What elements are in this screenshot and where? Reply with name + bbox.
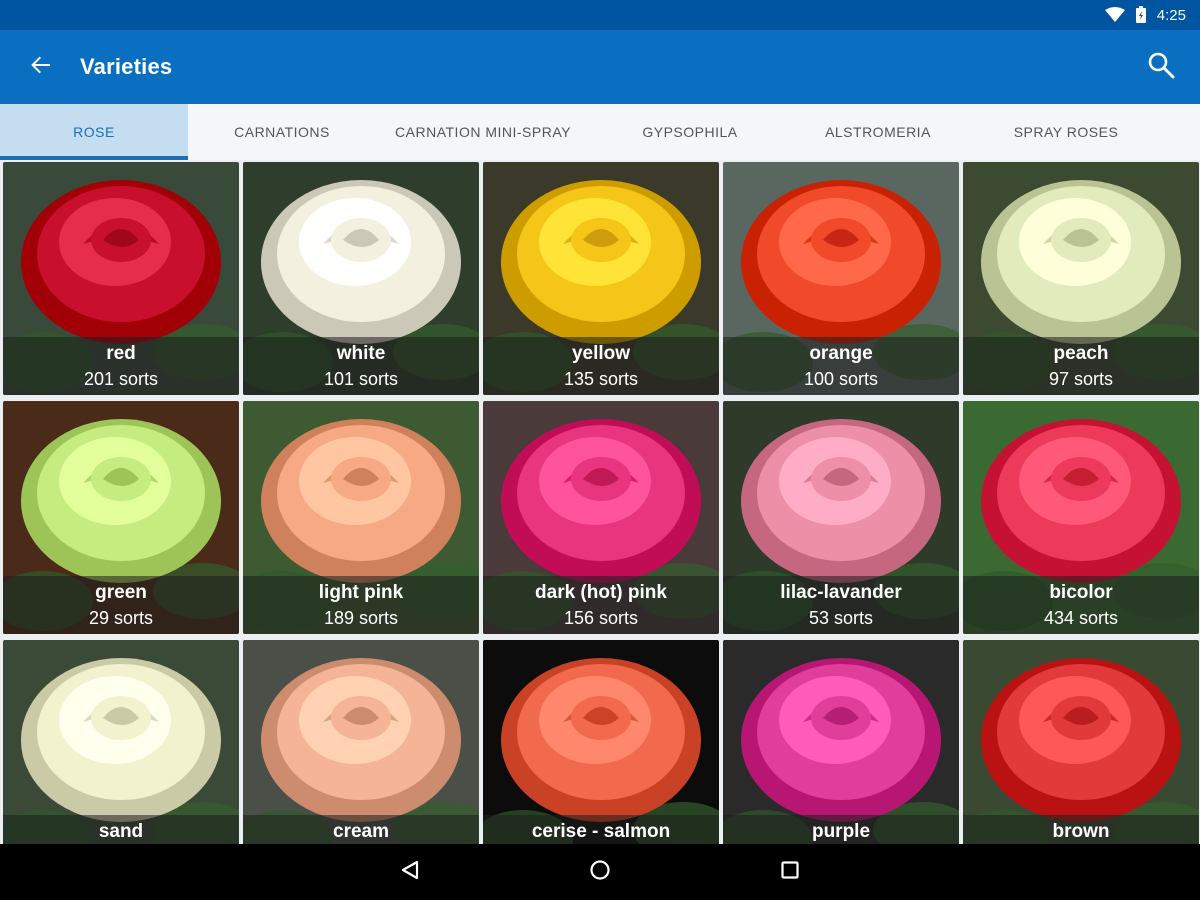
home-circle-icon bbox=[589, 859, 611, 886]
variety-caption: yellow 135 sorts bbox=[483, 337, 719, 395]
variety-tile[interactable]: sand8 sorts bbox=[3, 640, 239, 873]
variety-tile[interactable]: light pink 189 sorts bbox=[243, 401, 479, 634]
variety-count: 156 sorts bbox=[563, 608, 639, 628]
varieties-grid: red 201 sorts white 101 sorts yellow 135 sort… bbox=[0, 160, 1200, 873]
variety-count: 29 sorts bbox=[88, 608, 154, 628]
variety-caption: green 29 sorts bbox=[3, 576, 239, 634]
back-triangle-icon bbox=[399, 859, 421, 886]
variety-tile[interactable]: white 101 sorts bbox=[243, 162, 479, 395]
tab-gypsophila[interactable]: GYPSOPHILA bbox=[590, 104, 790, 160]
tab-carnations[interactable]: CARNATIONS bbox=[188, 104, 376, 160]
variety-count: 100 sorts bbox=[803, 369, 879, 389]
tab-rose[interactable]: ROSE bbox=[0, 104, 188, 160]
variety-tile[interactable]: purple4 sorts bbox=[723, 640, 959, 873]
variety-tile[interactable]: lilac-lavander 53 sorts bbox=[723, 401, 959, 634]
tab-bar: ROSE CARNATIONS CARNATION MINI-SPRAY GYP… bbox=[0, 104, 1200, 160]
variety-count: 434 sorts bbox=[1043, 608, 1119, 628]
app-bar: Varieties bbox=[0, 30, 1200, 104]
variety-count: 135 sorts bbox=[563, 369, 639, 389]
variety-name: red bbox=[106, 343, 136, 364]
back-button[interactable] bbox=[0, 30, 84, 104]
status-time: 4:25 bbox=[1156, 6, 1186, 24]
variety-count: 101 sorts bbox=[323, 369, 399, 389]
variety-caption: orange 100 sorts bbox=[723, 337, 959, 395]
variety-tile[interactable]: yellow 135 sorts bbox=[483, 162, 719, 395]
variety-name: bicolor bbox=[1049, 582, 1113, 603]
arrow-back-icon bbox=[31, 54, 52, 81]
tab-spray-roses[interactable]: SPRAY ROSES bbox=[966, 104, 1166, 160]
variety-caption: lilac-lavander 53 sorts bbox=[723, 576, 959, 634]
tab-carnation-mini-spray[interactable]: CARNATION MINI-SPRAY bbox=[376, 104, 590, 160]
battery-icon bbox=[1135, 6, 1147, 24]
variety-name: orange bbox=[809, 343, 873, 364]
variety-tile[interactable]: bicolor 434 sorts bbox=[963, 401, 1199, 634]
variety-name: white bbox=[336, 343, 386, 364]
variety-name: light pink bbox=[318, 582, 404, 603]
variety-tile[interactable]: cream97 sorts bbox=[243, 640, 479, 873]
variety-tile[interactable]: orange 100 sorts bbox=[723, 162, 959, 395]
variety-caption: white 101 sorts bbox=[243, 337, 479, 395]
variety-name: purple bbox=[811, 821, 871, 842]
nav-back-button[interactable] bbox=[390, 852, 430, 892]
variety-name: peach bbox=[1053, 343, 1109, 364]
search-button[interactable] bbox=[1144, 50, 1178, 84]
nav-recents-button[interactable] bbox=[770, 852, 810, 892]
variety-tile[interactable]: peach 97 sorts bbox=[963, 162, 1199, 395]
variety-count: 97 sorts bbox=[1048, 369, 1114, 389]
tab-alstromeria[interactable]: ALSTROMERIA bbox=[790, 104, 966, 160]
variety-tile[interactable]: cerise - salmon9 sorts bbox=[483, 640, 719, 873]
variety-name: green bbox=[95, 582, 147, 603]
variety-name: cerise - salmon bbox=[531, 821, 671, 842]
variety-tile[interactable]: red 201 sorts bbox=[3, 162, 239, 395]
variety-name: lilac-lavander bbox=[780, 582, 902, 603]
search-icon bbox=[1147, 51, 1175, 84]
variety-name: cream bbox=[333, 821, 389, 842]
variety-name: sand bbox=[98, 821, 144, 842]
variety-count: 201 sorts bbox=[83, 369, 159, 389]
variety-name: brown bbox=[1052, 821, 1110, 842]
variety-name: yellow bbox=[571, 343, 631, 364]
recents-square-icon bbox=[780, 860, 800, 885]
status-bar: 4:25 bbox=[0, 0, 1200, 30]
variety-tile[interactable]: brown3 sorts bbox=[963, 640, 1199, 873]
navigation-bar bbox=[0, 844, 1200, 900]
variety-count: 189 sorts bbox=[323, 608, 399, 628]
page-title: Varieties bbox=[80, 54, 173, 79]
variety-tile[interactable]: dark (hot) pink 156 sorts bbox=[483, 401, 719, 634]
variety-tile[interactable]: green 29 sorts bbox=[3, 401, 239, 634]
wifi-icon bbox=[1104, 7, 1125, 23]
variety-caption: peach 97 sorts bbox=[963, 337, 1199, 395]
variety-caption: dark (hot) pink 156 sorts bbox=[483, 576, 719, 634]
variety-caption: light pink 189 sorts bbox=[243, 576, 479, 634]
variety-caption: red 201 sorts bbox=[3, 337, 239, 395]
variety-caption: bicolor 434 sorts bbox=[963, 576, 1199, 634]
nav-home-button[interactable] bbox=[580, 852, 620, 892]
variety-name: dark (hot) pink bbox=[535, 582, 667, 603]
variety-count: 53 sorts bbox=[808, 608, 874, 628]
